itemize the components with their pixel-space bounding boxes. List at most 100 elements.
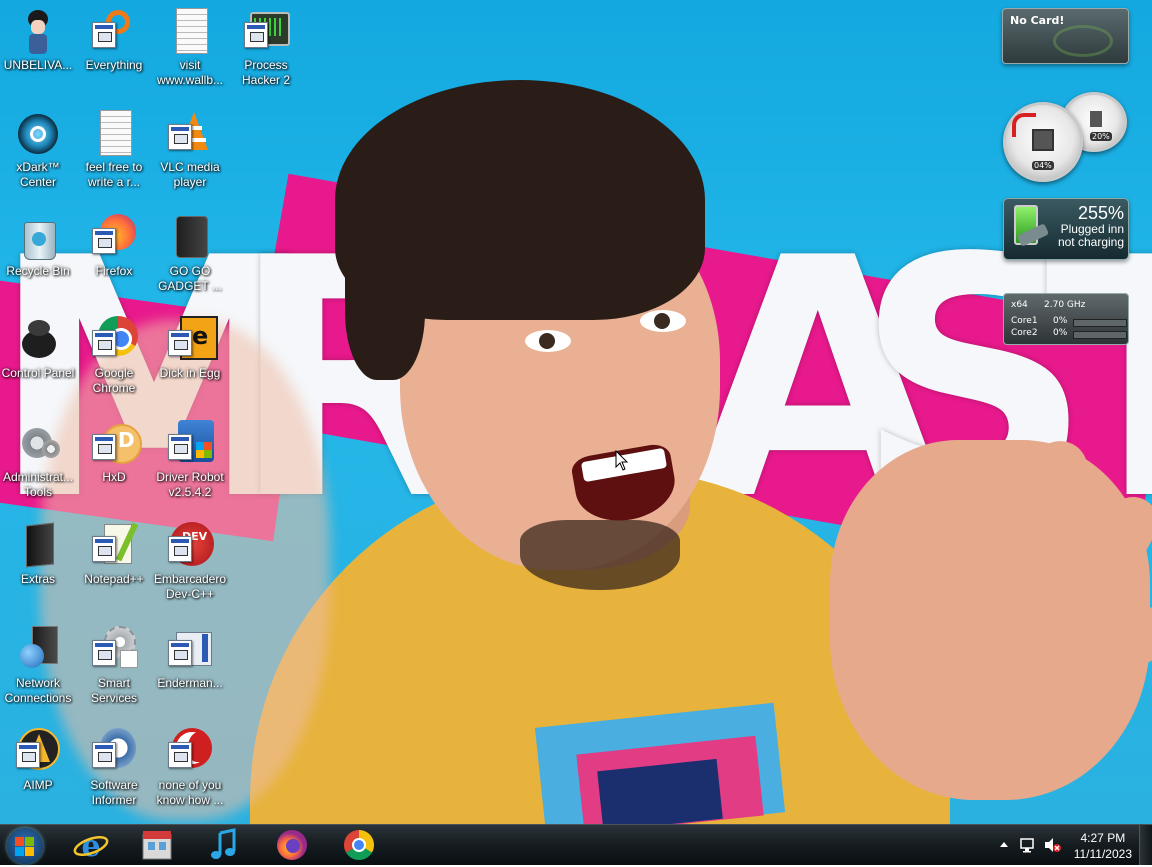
battery-status-line1: Plugged inn <box>1060 222 1124 236</box>
core-percent: 0% <box>1053 316 1068 326</box>
clock-date: 11/11/2023 <box>1073 847 1132 861</box>
text-document-icon <box>90 110 138 158</box>
cpu-meter-gadget[interactable]: 20% 04% <box>1003 92 1128 182</box>
windows-logo-icon <box>25 847 34 856</box>
action-center-flag-icon[interactable] <box>1019 836 1035 854</box>
core-percent: 0% <box>1053 328 1068 338</box>
desktop-icon-recycle-bin[interactable]: Recycle Bin <box>0 214 76 279</box>
icon-label: Control Panel <box>1 366 75 380</box>
desktop-icon-process-hacker[interactable]: Process Hacker 2 <box>228 8 304 88</box>
wallpaper-eye <box>525 330 571 352</box>
core-usage-bar <box>1073 319 1127 327</box>
desktop-icon-visit[interactable]: visit www.wallb... <box>152 8 228 88</box>
desktop-icon-admin-tools[interactable]: Administrat... Tools <box>0 420 76 500</box>
desktop-icon-devcpp[interactable]: DEV Embarcadero Dev-C++ <box>152 522 228 602</box>
desktop-icon-google-chrome[interactable]: Google Chrome <box>76 316 152 396</box>
show-hidden-icons-icon[interactable] <box>999 840 1009 848</box>
gpu-monitor-gadget[interactable]: No Card! <box>1002 8 1129 64</box>
taskbar-chrome[interactable] <box>335 827 383 863</box>
network-icon <box>14 626 62 674</box>
cpu-dial: 04% <box>1003 102 1083 182</box>
desktop-icon-aimp[interactable]: AIMP <box>0 728 76 793</box>
taskbar-music[interactable] <box>200 827 248 863</box>
desktop-icon-unbeliva[interactable]: UNBELIVA... <box>0 8 76 73</box>
desktop-icon-feel-free[interactable]: feel free to write a r... <box>76 110 152 190</box>
icon-label: Driver Robot v2.5.4.2 <box>156 470 224 499</box>
driver-robot-icon <box>166 420 214 468</box>
gpu-status-text: No Card! <box>1010 14 1065 27</box>
core-name: Core1 <box>1011 316 1038 326</box>
icon-label: HxD <box>102 470 126 484</box>
svg-text:e: e <box>81 829 100 863</box>
xdark-icon <box>14 110 62 158</box>
desktop-icon-xdark[interactable]: xDark™ Center <box>0 110 76 190</box>
gears-icon <box>90 626 138 674</box>
everything-search-icon <box>90 8 138 56</box>
text-document-icon <box>166 8 214 56</box>
notepad-plus-icon <box>90 522 139 570</box>
icon-label: Google Chrome <box>92 366 136 395</box>
taskbar-firefox[interactable] <box>268 827 316 863</box>
taskbar: e 4:27 PM 11/11/2023 <box>0 824 1152 865</box>
wallpaper-hair <box>345 210 425 380</box>
desktop-icon-dick-in-egg[interactable]: e Dick in Egg <box>152 316 228 381</box>
desktop-icon-everything[interactable]: Everything <box>76 8 152 73</box>
windows-logo-icon <box>15 847 24 856</box>
software-informer-icon <box>90 728 138 776</box>
cpu-core-row: Core1 0% <box>1011 316 1127 328</box>
taskbar-internet-explorer[interactable]: e <box>67 827 115 864</box>
chrome-icon <box>343 830 375 861</box>
icon-label: VLC media player <box>160 160 220 189</box>
icon-label: Extras <box>20 572 55 586</box>
desktop-icon-smart-services[interactable]: Smart Services <box>76 626 152 706</box>
desktop-icon-software-informer[interactable]: Software Informer <box>76 728 152 808</box>
aimp-icon <box>14 728 62 776</box>
store-icon <box>142 831 172 860</box>
desktop-icon-extras[interactable]: Extras <box>0 522 76 587</box>
cpu-cores-gadget[interactable]: x64 2.70 GHz Core1 0% Core2 0% <box>1003 293 1129 345</box>
desktop-icon-hxd[interactable]: D HxD <box>76 420 152 485</box>
system-tray: 4:27 PM 11/11/2023 <box>995 825 1152 865</box>
desktop-icon-network-connections[interactable]: Network Connections <box>0 626 76 706</box>
desktop-icon-enderman[interactable]: Enderman... <box>152 626 228 691</box>
windows-logo-icon <box>25 837 34 846</box>
hxd-icon: D <box>90 420 142 468</box>
taskbar-store[interactable] <box>133 827 181 863</box>
folder-dark-icon <box>14 522 62 570</box>
desktop-icon-go-go-gadget[interactable]: GO GO GADGET ... <box>152 214 228 294</box>
desktop-icon-notepad-plus[interactable]: Notepad++ <box>76 522 152 587</box>
core-name: Core2 <box>1011 328 1038 338</box>
window-icon <box>166 626 214 674</box>
volume-muted-icon[interactable] <box>1043 836 1061 854</box>
battery-gadget[interactable]: 255% Plugged inn not charging <box>1003 198 1129 260</box>
icon-label: visit www.wallb... <box>156 58 224 87</box>
devcpp-icon: DEV <box>166 522 214 570</box>
show-desktop-button[interactable] <box>1139 825 1152 865</box>
icon-label: Firefox <box>95 264 133 278</box>
clock[interactable]: 4:27 PM 11/11/2023 <box>1074 830 1132 862</box>
firefox-icon <box>90 214 138 262</box>
desktop-icon-none-of-you[interactable]: none of you know how ... <box>152 728 228 808</box>
process-hacker-icon <box>242 8 290 56</box>
icon-label: GO GO GADGET ... <box>158 264 222 293</box>
desktop-icon-control-panel[interactable]: Control Panel <box>0 316 76 381</box>
wallpaper-beard <box>520 520 680 590</box>
control-panel-icon <box>14 316 62 364</box>
icon-label: Administrat... Tools <box>2 470 74 499</box>
icon-label: Smart Services <box>90 676 137 705</box>
icon-label: UNBELIVA... <box>3 58 73 72</box>
icon-label: Recycle Bin <box>6 264 70 278</box>
anime-character-icon <box>14 8 62 56</box>
icon-label: Process Hacker 2 <box>241 58 291 87</box>
cpu-arch: x64 <box>1011 300 1028 310</box>
icon-label: Network Connections <box>4 676 72 705</box>
desktop-icon-vlc[interactable]: VLC media player <box>152 110 228 190</box>
wallpaper-eye <box>640 310 686 332</box>
desktop-icon-driver-robot[interactable]: Driver Robot v2.5.4.2 <box>152 420 228 500</box>
start-button[interactable] <box>7 828 43 864</box>
core-usage-bar <box>1073 331 1127 339</box>
icon-label: Dick in Egg <box>159 366 221 380</box>
internet-explorer-icon: e <box>73 829 109 864</box>
music-icon <box>211 828 236 859</box>
desktop-icon-firefox[interactable]: Firefox <box>76 214 152 279</box>
